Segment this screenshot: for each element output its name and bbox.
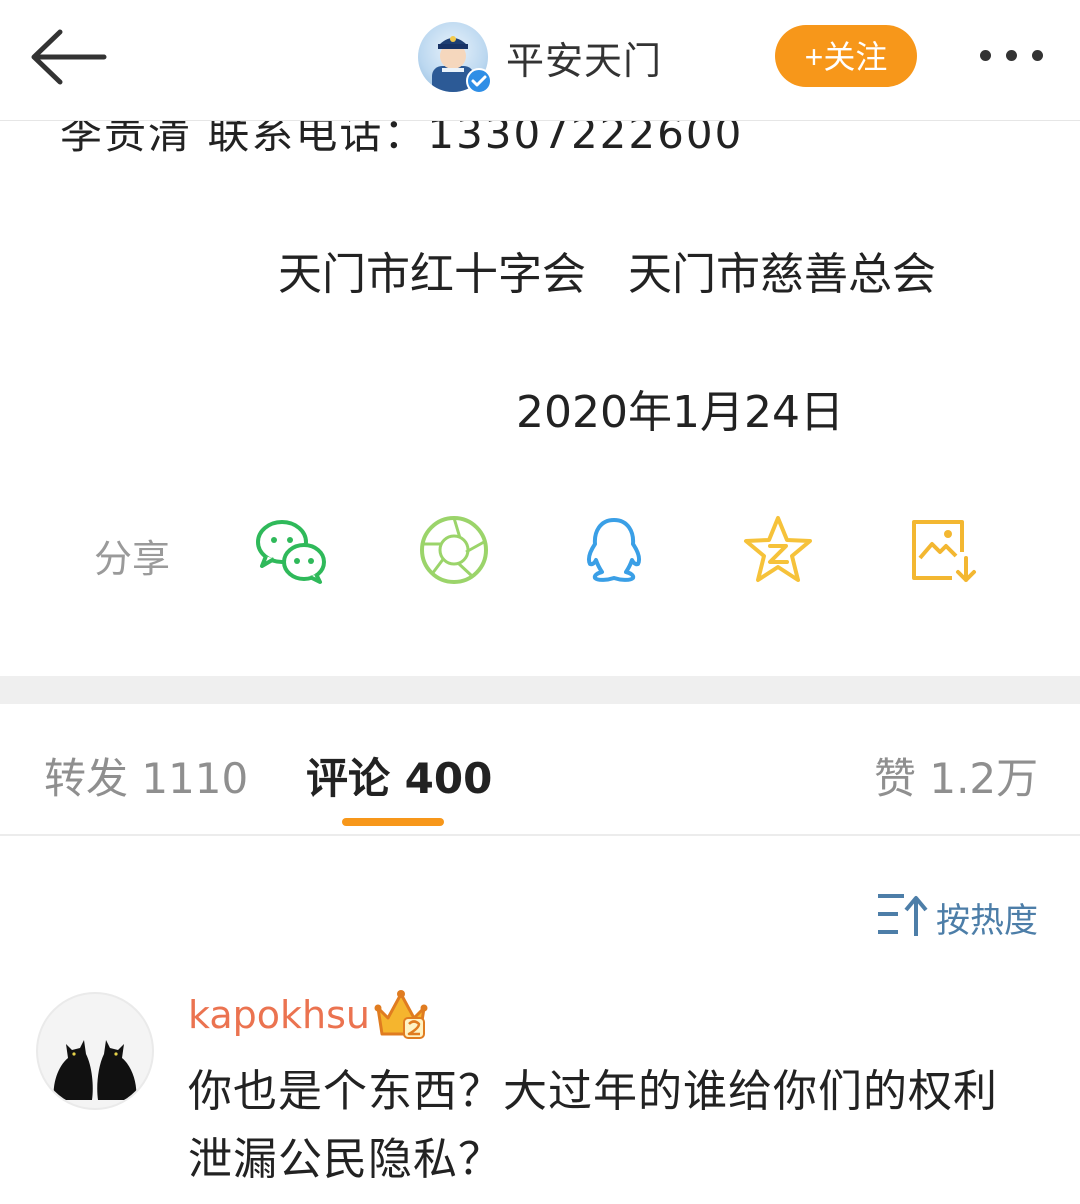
wechat-icon [256,520,326,584]
active-tab-indicator [342,818,444,826]
qzone-icon [744,516,812,582]
top-bar: 平安天门 +关注 [0,0,1080,121]
share-qq-button[interactable] [576,512,652,588]
tab-comments[interactable]: 评论 400 [306,745,492,806]
account-avatar[interactable] [418,22,492,96]
save-image-icon [912,520,976,582]
more-options-button[interactable] [972,34,1056,78]
section-divider [0,676,1080,704]
follow-button[interactable]: +关注 [775,25,917,87]
back-button[interactable] [26,22,110,92]
verified-icon [466,68,492,94]
qq-icon [586,518,642,582]
sort-button[interactable] [876,890,932,940]
vip-badge [374,988,428,1040]
share-wechat-button[interactable] [252,512,328,588]
comment-username[interactable]: kapokhsu [188,993,370,1037]
sort-label[interactable]: 按热度 [936,893,1038,942]
arrow-left-icon [31,29,107,85]
account-name[interactable]: 平安天门 [506,30,662,85]
share-qzone-button[interactable] [740,512,816,588]
moments-icon [420,516,488,584]
more-dot [1032,50,1043,61]
sort-hot-icon [878,894,928,936]
save-image-button[interactable] [904,512,980,588]
comment-text: 你也是个东西？大过年的谁给你们的权利泄漏公民隐私？ [188,1066,998,1185]
tab-repost[interactable]: 转发 1110 [44,745,248,806]
tabs-divider [0,834,1080,836]
black-cats-image [53,1040,137,1100]
share-moments-button[interactable] [416,512,492,588]
more-dot [1006,50,1017,61]
post-date: 2020年1月24日 [516,387,844,438]
commenter-avatar[interactable] [36,992,154,1110]
tab-likes[interactable]: 赞 1.2万 [874,745,1038,806]
organizations-line: 天门市红十字会 天门市慈善总会 [278,249,936,300]
share-label: 分享 [94,537,171,581]
vip-crown-icon [374,990,428,1039]
more-dots-icon [980,50,991,61]
